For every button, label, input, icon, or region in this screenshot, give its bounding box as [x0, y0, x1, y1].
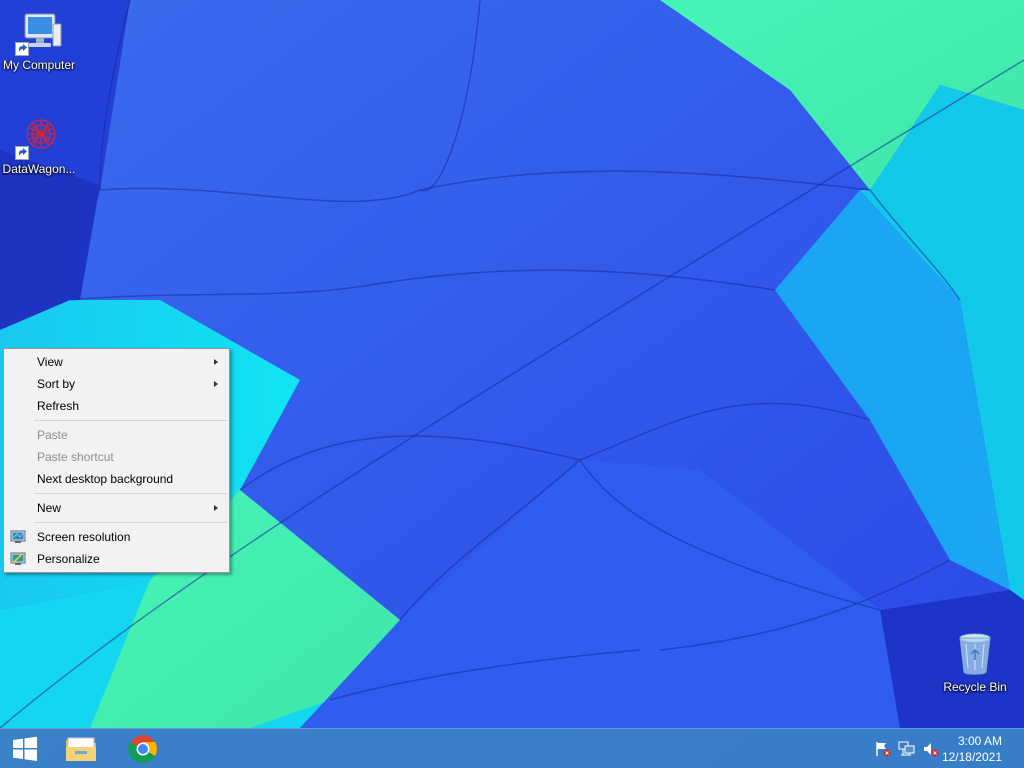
desktop-icon-label: My Computer	[2, 58, 76, 72]
menu-item-label: Sort by	[37, 377, 76, 391]
personalize-icon	[10, 552, 26, 565]
desktop-context-menu: View Sort by Refresh Paste Paste shortcu…	[3, 348, 230, 573]
taskbar-clock[interactable]: 3:00 AM 12/18/2021	[942, 733, 1002, 765]
windows-logo-icon	[13, 736, 37, 761]
menu-item-screen-resolution[interactable]: Screen resolution	[4, 526, 229, 548]
file-explorer-taskbar-button[interactable]	[56, 729, 106, 768]
shortcut-arrow-icon	[15, 146, 29, 160]
chrome-icon	[128, 735, 157, 763]
action-center-flag-icon[interactable]	[874, 741, 892, 757]
desktop-icon-recycle-bin[interactable]: Recycle Bin	[936, 630, 1014, 694]
recycle-bin-icon	[959, 633, 991, 675]
menu-separator	[34, 522, 227, 523]
menu-item-paste-shortcut: Paste shortcut	[4, 446, 229, 468]
menu-separator	[34, 420, 227, 421]
desktop[interactable]: My Computer DataWagon... Recycle Bin Vie…	[0, 0, 1024, 768]
submenu-arrow-icon	[214, 381, 218, 387]
menu-item-personalize[interactable]: Personalize	[4, 548, 229, 570]
menu-item-label: New	[37, 501, 62, 515]
desktop-icon-label: Recycle Bin	[943, 680, 1007, 694]
menu-item-label: Screen resolution	[37, 530, 131, 544]
menu-item-sort-by[interactable]: Sort by	[4, 373, 229, 395]
menu-item-next-desktop-background[interactable]: Next desktop background	[4, 468, 229, 490]
chrome-taskbar-button[interactable]	[118, 729, 168, 768]
menu-item-view[interactable]: View	[4, 351, 229, 373]
network-icon[interactable]	[898, 741, 916, 757]
start-button[interactable]	[0, 729, 50, 768]
desktop-icon-datawagon[interactable]: DataWagon...	[0, 112, 78, 176]
taskbar: 3:00 AM 12/18/2021	[0, 728, 1024, 768]
clock-time: 3:00 AM	[957, 734, 1002, 748]
monitor-icon	[10, 530, 26, 543]
desktop-icon-label: DataWagon...	[2, 162, 76, 176]
menu-item-refresh[interactable]: Refresh	[4, 395, 229, 417]
folder-icon	[66, 737, 96, 761]
menu-item-label: Paste	[37, 428, 68, 442]
desktop-icon-my-computer[interactable]: My Computer	[0, 8, 78, 72]
menu-separator	[34, 493, 227, 494]
volume-muted-icon[interactable]	[922, 741, 940, 757]
menu-item-new[interactable]: New	[4, 497, 229, 519]
clock-date: 12/18/2021	[941, 750, 1002, 764]
submenu-arrow-icon	[214, 359, 218, 365]
menu-item-label: Next desktop background	[37, 472, 174, 486]
menu-item-label: Personalize	[37, 552, 100, 566]
menu-item-label: Refresh	[37, 399, 80, 413]
menu-item-label: View	[37, 355, 63, 369]
shortcut-arrow-icon	[15, 42, 29, 56]
submenu-arrow-icon	[214, 505, 218, 511]
menu-item-paste: Paste	[4, 424, 229, 446]
menu-item-label: Paste shortcut	[37, 450, 114, 464]
